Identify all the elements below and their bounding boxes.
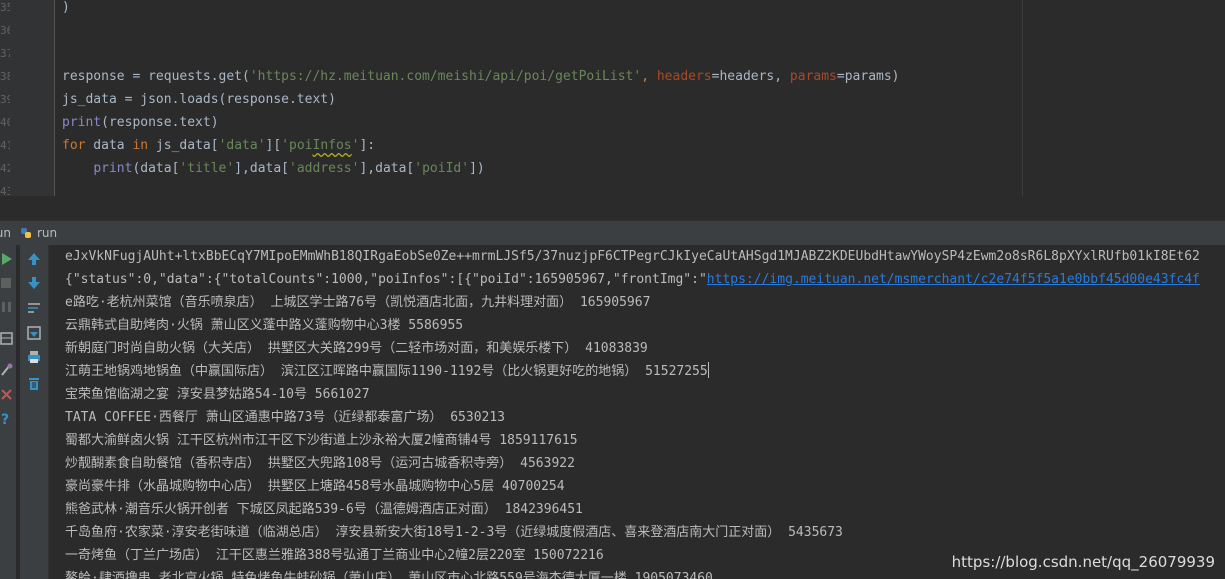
down-arrow-icon[interactable] — [26, 275, 42, 291]
soft-wrap-icon[interactable] — [26, 300, 42, 316]
run-toolbar-left: ? — [0, 245, 16, 579]
print-icon[interactable] — [26, 349, 42, 365]
editor-splitter[interactable] — [0, 196, 1225, 220]
svg-text:?: ? — [1, 412, 9, 427]
line-number: 35 — [0, 1, 10, 14]
run-console-output[interactable]: eJxVkNFugjAUht+ltxBbECqY7MIpoEMmWhB18QIR… — [49, 245, 1225, 579]
line-number: 43 — [0, 185, 10, 196]
code-token: (data[ — [132, 161, 180, 176]
code-token: ][ — [265, 138, 282, 153]
console-line: 蜀都大渝鲜卤火锅 江干区杭州市江干区下沙街道上沙永裕大厦2幢商铺4号 18591… — [65, 433, 578, 448]
builtin-print: print — [93, 161, 133, 176]
trash-icon[interactable] — [26, 375, 42, 391]
python-icon — [21, 228, 31, 238]
watermark: https://blog.csdn.net/qq_26079939 — [951, 553, 1215, 571]
console-line: 千岛鱼府·农家菜·淳安老街味道（临湖总店） 淳安县新安大街18号1-2-3号（近… — [65, 525, 843, 540]
code-token: ],data[ — [359, 161, 415, 176]
code-token: =params) — [836, 69, 900, 84]
keyword-in: in — [132, 138, 149, 153]
run-tool-window-header: Run run — [0, 220, 1225, 245]
console-line-text: 江萌王地锅鸡地锅鱼（中赢国际店） 滨江区江晖路中赢国际1190-1192号（比火… — [65, 364, 708, 379]
console-line: 江萌王地锅鸡地锅鱼（中赢国际店） 滨江区江晖路中赢国际1190-1192号（比火… — [65, 360, 709, 383]
console-line: TATA COFFEE·西餐厅 萧山区通惠中路73号（近绿都泰富广场） 6530… — [65, 410, 506, 425]
console-line: 豪尚豪牛排（水晶城购物中心店） 拱墅区上塘路458号水晶城购物中心5层 4070… — [65, 479, 565, 494]
console-line: {"status":0,"data":{"totalCounts":1000,"… — [65, 268, 1200, 291]
keyword-argument: params — [789, 69, 837, 84]
code-line[interactable]: ) — [62, 0, 70, 19]
string-literal: 'address' — [289, 161, 360, 176]
run-panel-title: Run — [0, 226, 12, 240]
code-token: ]) — [469, 161, 485, 176]
code-token: response = requests.get( — [62, 69, 250, 84]
code-line[interactable]: js_data = json.loads(response.text) — [62, 88, 336, 111]
code-editor[interactable]: 35 36 37 38 39 40 41 42 43 ) response = … — [0, 0, 1225, 196]
code-token: =headers, — [711, 69, 790, 84]
line-number: 40 — [0, 116, 10, 129]
code-token: js_data[ — [148, 138, 219, 153]
console-line: eJxVkNFugjAUht+ltxBbECqY7MIpoEMmWhB18QIR… — [65, 249, 1200, 264]
up-arrow-icon[interactable] — [26, 251, 42, 267]
code-token: data — [85, 138, 133, 153]
code-token: ],data[ — [234, 161, 290, 176]
line-number: 39 — [0, 93, 10, 106]
console-line: 新朝庭门时尚自助火锅（大关店） 拱墅区大关路299号（二轻市场对面，和美娱乐楼下… — [65, 341, 648, 356]
code-area[interactable]: ) response = requests.get('https://hz.me… — [62, 0, 1225, 196]
run-toolbar-right — [20, 245, 49, 579]
console-line: e路吃·老杭州菜馆（音乐喷泉店） 上城区学士路76号（凯悦酒店北面，九井料理对面… — [65, 295, 651, 310]
help-icon[interactable]: ? — [0, 411, 16, 427]
keyword-argument: headers — [656, 69, 712, 84]
builtin-print: print — [62, 115, 102, 130]
code-line[interactable]: print(response.text) — [62, 111, 219, 134]
console-line: 炒靓醐素食自助餐馆（香积寺店） 拱墅区大兜路108号（运河古城香积寺旁） 456… — [65, 456, 575, 471]
text-caret — [707, 362, 709, 378]
url-string: 'https://hz.meituan.com/meishi/api/poi/g… — [249, 69, 642, 84]
console-line: 鳌蛤·肆酒撸串 老北京火锅 特色烤鱼牛蛙砂锅（萧山店） 萧山区市心北路559号海… — [65, 571, 713, 579]
typo-highlight: Infos — [312, 138, 352, 153]
line-number-gutter: 35 36 37 38 39 40 41 42 43 — [0, 0, 55, 196]
code-token: (response.text) — [101, 115, 219, 130]
string-literal: 'poiId' — [414, 161, 470, 176]
line-number: 42 — [0, 162, 10, 175]
code-token: , — [641, 69, 657, 84]
console-line: 云鼎韩式自助烤肉·火锅 萧山区义蓬中路义蓬购物中心3楼 5586955 — [65, 318, 464, 333]
string-literal: 'data' — [218, 138, 266, 153]
line-number: 38 — [0, 70, 10, 83]
console-line: 宝荣鱼馆临湖之宴 淳安县梦姑路54-10号 5661027 — [65, 387, 370, 402]
rerun-icon[interactable] — [0, 251, 16, 267]
pause-icon[interactable] — [0, 299, 16, 315]
line-number: 36 — [0, 24, 10, 37]
code-line[interactable]: for data in js_data['data']['poiInfos']: — [62, 134, 375, 157]
json-response-text: {"status":0,"data":{"totalCounts":1000,"… — [65, 272, 707, 287]
layout-icon[interactable] — [0, 331, 16, 347]
line-number: 37 — [0, 47, 10, 60]
line-number: 41 — [0, 139, 10, 152]
run-config-tab[interactable]: run — [37, 221, 57, 245]
code-line[interactable]: response = requests.get('https://hz.meit… — [62, 65, 900, 88]
code-token: ]: — [359, 138, 376, 153]
code-line[interactable]: print(data['title'],data['address'],data… — [62, 157, 485, 180]
console-line: 一奇烤鱼（丁兰广场店） 江干区惠兰雅路388号弘通丁兰商业中心2幢2层220室 … — [65, 548, 604, 563]
string-literal: 'poi — [281, 138, 313, 153]
close-icon[interactable] — [0, 387, 16, 403]
string-literal: 'title' — [179, 161, 235, 176]
keyword-for: for — [62, 138, 86, 153]
pin-icon[interactable] — [0, 361, 16, 377]
scroll-to-end-icon[interactable] — [26, 325, 42, 341]
image-link[interactable]: https://img.meituan.net/msmerchant/c2e74… — [707, 272, 1200, 287]
console-line: 熊爸武林·潮音乐火锅开创者 下城区凤起路539-6号（温德姆酒店正对面） 184… — [65, 502, 583, 517]
stop-icon[interactable] — [0, 275, 16, 291]
